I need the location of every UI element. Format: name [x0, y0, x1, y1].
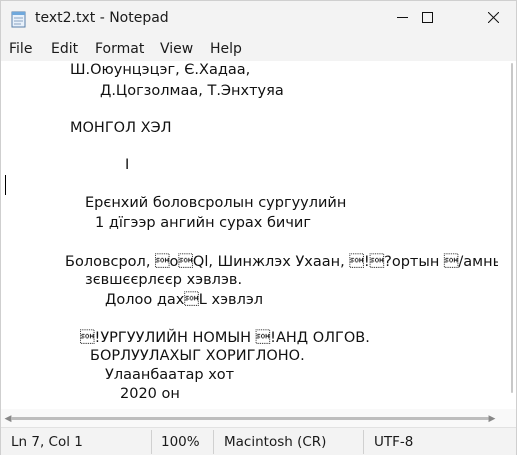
menu-help[interactable]: Help — [210, 41, 242, 57]
close-button[interactable] — [470, 1, 516, 37]
text-line: 1 дїгээр ангийн сурах бичиг — [95, 215, 311, 231]
menu-format[interactable]: Format — [95, 41, 144, 57]
maximize-icon — [421, 10, 433, 28]
line-ending: Macintosh (CR) — [224, 434, 327, 450]
horizontal-scrollbar[interactable]: ◀ ▶ — [1, 409, 498, 427]
scroll-right-icon[interactable]: ▶ — [487, 413, 497, 423]
text-line: зєвшєєрлєєр хэвлэв. — [85, 272, 243, 288]
encoding: UTF-8 — [374, 434, 414, 450]
text-line: 2020 он — [120, 386, 180, 402]
text-caret — [5, 175, 6, 195]
close-icon — [487, 10, 499, 28]
scrollbar-corner — [498, 409, 516, 427]
zoom-level: 100% — [161, 434, 200, 450]
maximize-button[interactable] — [404, 1, 450, 37]
menu-file[interactable]: File — [9, 41, 32, 57]
title-bar[interactable]: text2.txt - Notepad — [1, 1, 516, 37]
vertical-scrollbar[interactable] — [498, 61, 516, 409]
text-line: !УРГУУЛИЙН НОМЫН !АНД ОЛГОВ. — [80, 330, 370, 346]
text-line: Ш.Оюунцэцэг, Є.Хадаа, — [70, 62, 251, 78]
text-line: Д.Цогзолмаа, Т.Энхтуяа — [100, 83, 284, 99]
status-divider — [151, 430, 152, 454]
text-line: Ерєнхий боловсролын сургуулийн — [85, 195, 347, 211]
text-line: Долоо дахL хэвлэл — [105, 292, 264, 308]
menu-view[interactable]: View — [160, 41, 193, 57]
text-line: БОРЛУУЛАХЫГ ХОРИГЛОНО. — [90, 348, 305, 364]
horizontal-scroll-thumb[interactable] — [11, 417, 489, 420]
vertical-scroll-thumb[interactable] — [511, 63, 513, 393]
status-divider — [363, 430, 364, 454]
notepad-window: text2.txt - Notepad File Edit Format Vie… — [0, 0, 517, 455]
text-line: МОНГОЛ ХЭЛ — [70, 120, 172, 136]
text-line: Улаанбаатар хот — [105, 367, 235, 383]
status-bar: Ln 7, Col 1 100% Macintosh (CR) UTF-8 — [1, 427, 516, 455]
text-line: Боловсрол, oQl, Шинжлэх Ухаан, !?орт… — [65, 254, 498, 270]
menu-edit[interactable]: Edit — [51, 41, 78, 57]
window-title: text2.txt - Notepad — [35, 10, 169, 26]
cursor-position: Ln 7, Col 1 — [11, 434, 83, 450]
text-line: I — [125, 157, 130, 173]
status-divider — [213, 430, 214, 454]
text-editor[interactable]: Ш.Оюунцэцэг, Є.Хадаа, Д.Цогзолмаа, Т.Энх… — [1, 61, 498, 409]
menu-bar: File Edit Format View Help — [1, 37, 516, 61]
notepad-icon — [11, 10, 27, 28]
